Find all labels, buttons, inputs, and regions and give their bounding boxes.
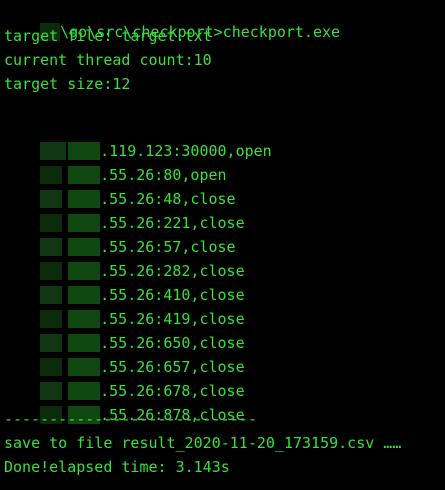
terminal-window[interactable]: \go\src\checkport>checkport.exe target f… [0, 0, 445, 490]
result-line: .55.26:650,close [4, 313, 245, 352]
result-line: .55.26:410,close [4, 265, 245, 304]
save-line: save to file result_2020-11-20_173159.cs… [4, 434, 402, 452]
info-target-size: target size:12 [4, 75, 131, 93]
prompt-line: \go\src\checkport>checkport.exe [4, 2, 340, 41]
result-line: .55.26:419,close [4, 289, 245, 328]
result-line: .55.26:657,close [4, 337, 245, 376]
result-line: .55.26:678,close [4, 361, 245, 400]
result-line: .55.26:282,close [4, 241, 245, 280]
done-line: Done!elapsed time: 3.143s [4, 458, 230, 476]
separator: ---------------------------- [4, 410, 257, 428]
info-thread-count: current thread count:10 [4, 51, 212, 69]
result-line: .119.123:30000,open [4, 121, 272, 160]
result-line: .55.26:878,close [4, 385, 245, 424]
result-line: .55.26:80,open [4, 145, 227, 184]
result-line: .55.26:57,close [4, 217, 236, 256]
result-line: .55.26:48,close [4, 169, 236, 208]
info-target-file: target file: target.txt [4, 27, 212, 45]
result-line: .55.26:221,close [4, 193, 245, 232]
